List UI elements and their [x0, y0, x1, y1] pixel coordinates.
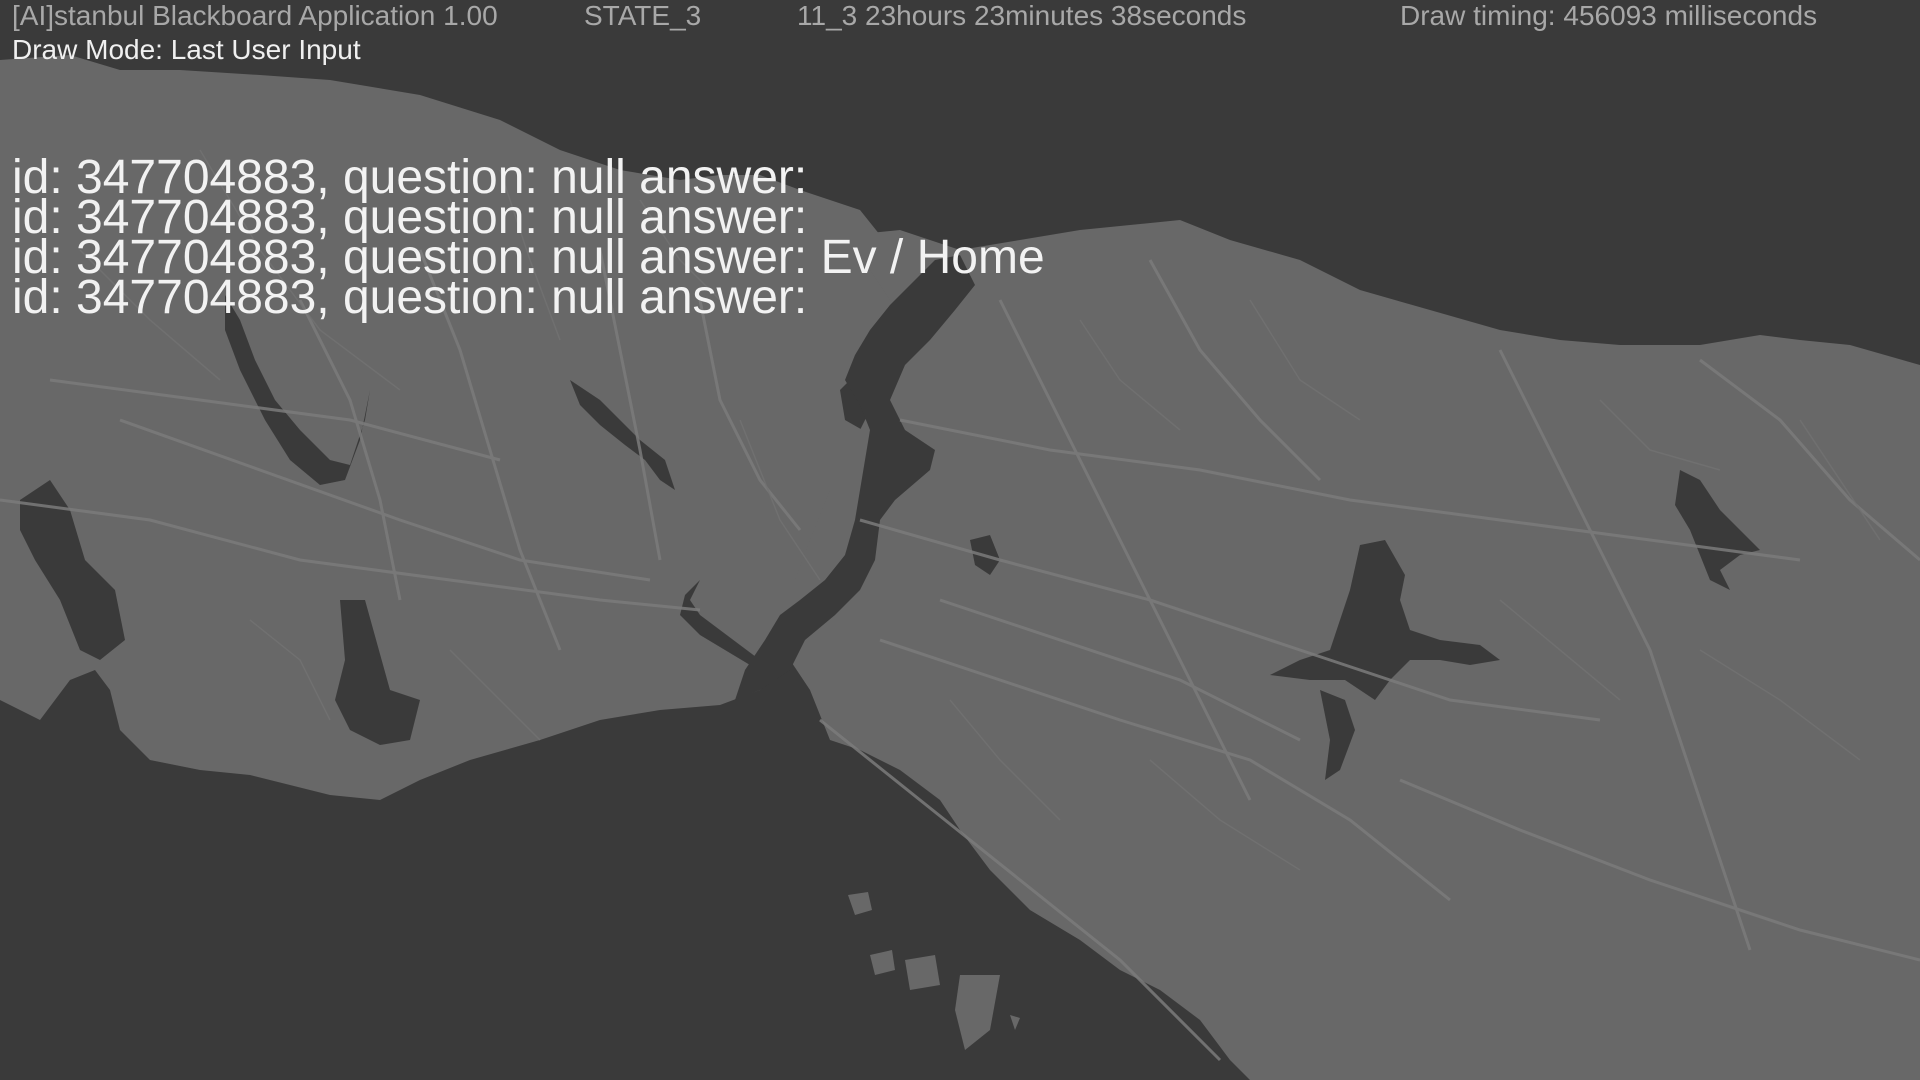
state-indicator: STATE_3 — [584, 0, 702, 31]
elapsed-clock: 11_3 23hours 23minutes 38seconds — [797, 0, 1247, 31]
draw-timing: Draw timing: 456093 milliseconds — [1400, 0, 1818, 31]
log-line: id: 347704883, question: null answer: — [12, 271, 821, 324]
app-title: [AI]stanbul Blackboard Application 1.00 — [12, 0, 498, 31]
island-3 — [905, 955, 940, 990]
qa-log: id: 347704883, question: null answer: id… — [12, 154, 1045, 324]
draw-mode: Draw Mode: Last User Input — [12, 34, 361, 65]
blackboard-canvas[interactable]: [AI]stanbul Blackboard Application 1.00 … — [0, 0, 1920, 1080]
